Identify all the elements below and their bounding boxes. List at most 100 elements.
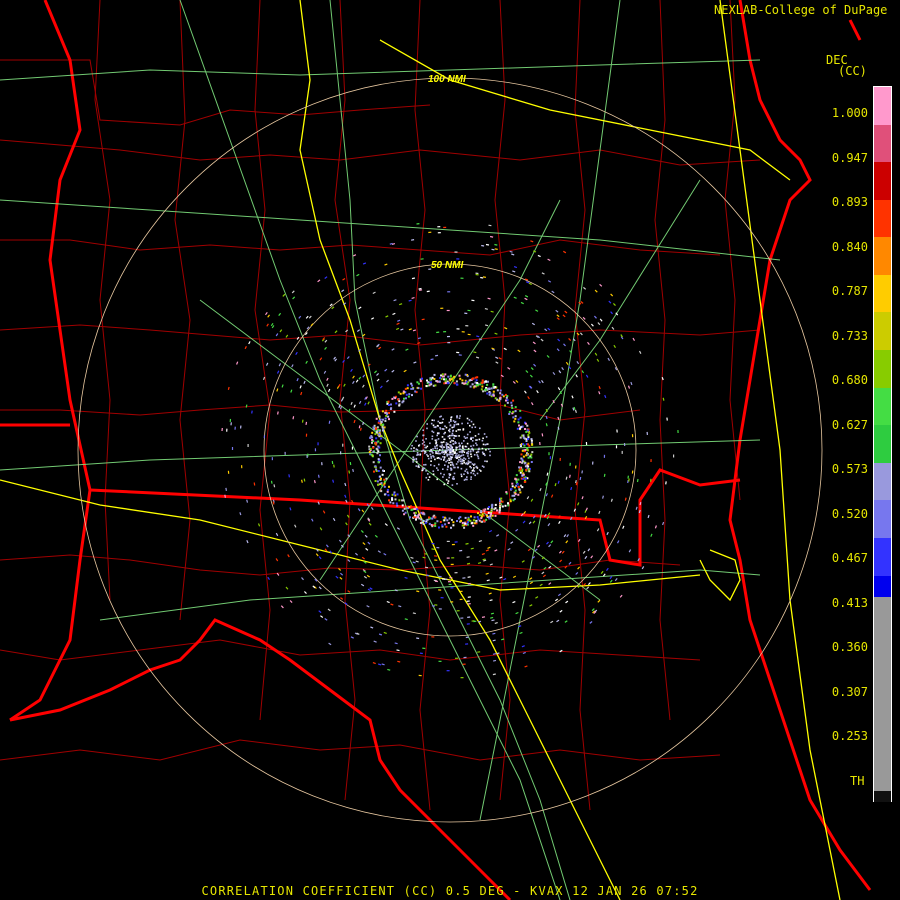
radar-return <box>530 453 533 456</box>
radar-return <box>472 423 475 426</box>
radar-return <box>489 450 491 453</box>
radar-return <box>381 429 384 432</box>
radar-return <box>472 450 475 452</box>
radar-return <box>497 399 500 402</box>
radar-return <box>423 467 426 470</box>
radar-return <box>414 511 417 514</box>
radar-return <box>461 451 463 454</box>
radar-return <box>504 504 507 507</box>
radar-return <box>545 423 548 427</box>
radar-return <box>477 562 482 564</box>
radar-return <box>483 433 486 435</box>
radar-return <box>440 415 442 418</box>
radar-return <box>510 488 513 490</box>
radar-return <box>472 472 475 475</box>
radar-return <box>510 404 513 407</box>
radar-return <box>394 498 397 501</box>
radar-return <box>470 455 473 458</box>
radar-return <box>492 673 496 676</box>
radar-return <box>470 547 474 550</box>
radar-return <box>451 477 454 480</box>
colorbar-tick-label: 0.360 <box>831 640 868 654</box>
radar-return <box>386 490 389 493</box>
radar-return <box>452 464 455 467</box>
radar-return <box>480 470 482 472</box>
radar-return <box>494 248 498 250</box>
radar-return <box>431 542 435 545</box>
radar-return <box>402 390 405 393</box>
radar-return <box>420 387 423 390</box>
colorbar-segment <box>874 162 891 201</box>
radar-return <box>453 435 456 437</box>
radar-return <box>527 468 530 471</box>
radar-return <box>507 502 509 505</box>
radar-return <box>358 425 361 429</box>
units-label: (CC) <box>838 64 867 78</box>
radar-return <box>501 500 504 503</box>
radar-return <box>515 484 518 487</box>
radar-return <box>454 420 457 423</box>
radar-return <box>450 467 453 470</box>
radar-return <box>521 449 524 452</box>
radar-return <box>404 387 407 390</box>
radar-return <box>448 437 451 440</box>
radar-return <box>575 482 578 486</box>
radar-return <box>455 423 458 426</box>
radar-return <box>458 435 460 437</box>
radar-return <box>505 399 507 402</box>
radar-return <box>436 457 439 459</box>
radar-return <box>383 493 386 496</box>
radar-return <box>435 441 437 443</box>
radar-return <box>494 386 497 388</box>
radar-return <box>225 487 227 491</box>
radar-return <box>524 422 527 425</box>
radar-return <box>459 458 462 460</box>
radar-return <box>455 449 457 451</box>
radar-return <box>486 383 489 386</box>
radar-return <box>425 438 427 440</box>
radar-return <box>388 485 390 488</box>
radar-return <box>541 433 544 437</box>
radar-return <box>530 439 533 442</box>
radar-return <box>455 454 457 457</box>
radar-return <box>432 455 434 457</box>
radar-return <box>378 433 380 436</box>
radar-return <box>455 430 458 432</box>
radar-return <box>639 501 642 506</box>
radar-return <box>384 417 387 420</box>
radar-return <box>447 466 449 468</box>
radar-return <box>417 465 420 468</box>
radar-return <box>458 374 461 377</box>
radar-return <box>450 447 453 449</box>
radar-return <box>413 458 416 461</box>
radar-return <box>458 417 461 419</box>
radar-return <box>531 451 534 454</box>
radar-return <box>451 461 453 464</box>
radar-return <box>421 377 423 380</box>
radar-return <box>381 426 384 429</box>
radar-return <box>467 447 470 450</box>
radar-return <box>392 502 395 505</box>
colorbar-tick-label: 0.733 <box>831 328 868 343</box>
radar-return <box>449 455 452 458</box>
radar-return <box>387 668 391 671</box>
radar-return <box>383 482 386 485</box>
radar-return <box>397 660 401 663</box>
radar-return <box>521 425 524 428</box>
radar-return <box>437 450 440 453</box>
radar-return <box>489 454 491 457</box>
radar-return <box>476 383 479 386</box>
radar-return <box>398 403 401 406</box>
radar-return <box>387 415 390 418</box>
radar-return <box>414 514 417 517</box>
radar-return <box>417 513 420 516</box>
radar-return <box>483 519 486 522</box>
radar-return <box>463 448 466 451</box>
radar-return <box>406 384 409 387</box>
radar-return <box>447 480 450 482</box>
radar-return <box>469 385 472 388</box>
radar-return <box>444 425 446 427</box>
radar-return <box>227 386 230 390</box>
radar-return <box>527 434 530 437</box>
radar-return <box>450 439 453 442</box>
